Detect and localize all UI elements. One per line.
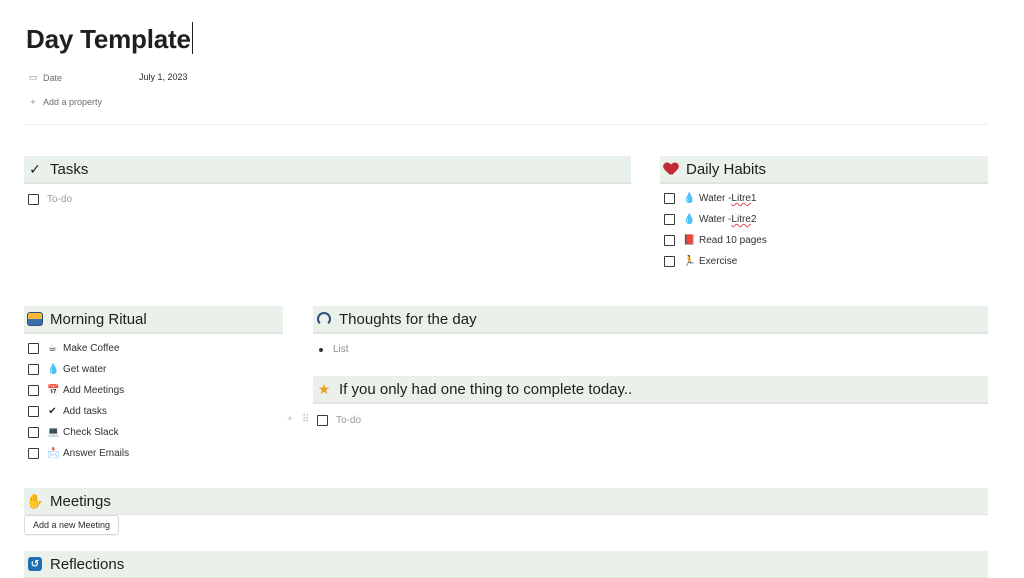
todo-checkbox[interactable] — [28, 194, 39, 205]
divider — [660, 183, 988, 184]
ritual-checkbox[interactable] — [28, 364, 39, 375]
checkmark-icon: ✔ — [48, 406, 57, 417]
ritual-item[interactable]: 📅 Add Meetings — [28, 380, 283, 401]
reflections-heading[interactable]: ↺ Reflections — [24, 551, 988, 578]
divider — [313, 333, 988, 334]
tasks-heading[interactable]: ✓ Tasks — [24, 156, 631, 183]
morning-ritual-section: Morning Ritual ☕ Make Coffee 💧 Get water… — [24, 306, 283, 464]
add-block-plus-icon[interactable]: + — [287, 414, 293, 425]
habit-checkbox[interactable] — [664, 256, 675, 267]
reflections-section: ↺ Reflections — [24, 551, 988, 578]
one-thing-heading[interactable]: ★ If you only had one thing to complete … — [313, 376, 988, 403]
habit-item[interactable]: 🏃 Exercise — [664, 251, 988, 272]
daily-habits-heading[interactable]: Daily Habits — [660, 156, 988, 183]
morning-ritual-heading[interactable]: Morning Ritual — [24, 306, 283, 333]
drag-handle-icon[interactable]: ⠿ — [302, 414, 309, 425]
thoughts-section: Thoughts for the day List — [313, 306, 988, 355]
check-mark-icon: ✓ — [29, 160, 41, 177]
star-icon: ★ — [317, 380, 331, 397]
date-property-value[interactable]: July 1, 2023 — [139, 72, 188, 82]
meetings-section: ✋ Meetings — [24, 488, 988, 515]
ritual-item[interactable]: 📩 Answer Emails — [28, 443, 283, 464]
plus-icon: + — [30, 97, 36, 107]
ritual-item[interactable]: 💻 Check Slack — [28, 422, 283, 443]
envelope-icon: 📩 — [47, 448, 60, 459]
todo-item[interactable]: To-do — [24, 189, 631, 210]
add-meeting-button[interactable]: Add a new Meeting — [24, 515, 120, 535]
divider — [313, 403, 988, 404]
tasks-section: ✓ Tasks To-do — [24, 156, 631, 210]
loop-arrow-icon: ↺ — [28, 557, 42, 571]
todo-item[interactable]: To-do — [317, 410, 361, 431]
ritual-item[interactable]: ☕ Make Coffee — [28, 338, 283, 359]
ritual-checkbox[interactable] — [28, 385, 39, 396]
ritual-item[interactable]: ✔ Add tasks — [28, 401, 283, 422]
meetings-heading[interactable]: ✋ Meetings — [24, 488, 988, 515]
ritual-item[interactable]: 💧 Get water — [28, 359, 283, 380]
ritual-checkbox[interactable] — [28, 406, 39, 417]
droplet-icon: 💧 — [683, 193, 696, 204]
habit-checkbox[interactable] — [664, 235, 675, 246]
habit-item[interactable]: 💧 Water - Litre 2 — [664, 209, 988, 230]
habit-item[interactable]: 📕 Read 10 pages — [664, 230, 988, 251]
todo-checkbox[interactable] — [317, 415, 328, 426]
droplet-icon: 💧 — [47, 364, 60, 375]
text-cursor — [191, 22, 194, 54]
calendar-icon: ▭ — [28, 72, 38, 82]
divider — [24, 183, 631, 184]
handshake-icon: ✋ — [26, 492, 44, 509]
habit-item[interactable]: 💧 Water - Litre 1 — [664, 188, 988, 209]
divider — [24, 124, 988, 125]
habit-checkbox[interactable] — [664, 214, 675, 225]
droplet-icon: 💧 — [683, 214, 696, 225]
daily-habits-section: Daily Habits 💧 Water - Litre 1 💧 Water -… — [660, 156, 988, 272]
date-property-label[interactable]: ▭ Date — [28, 72, 62, 83]
headphones-icon — [317, 312, 331, 326]
calendar-icon: 📅 — [47, 385, 60, 396]
habit-checkbox[interactable] — [664, 193, 675, 204]
ritual-checkbox[interactable] — [28, 343, 39, 354]
book-icon: 📕 — [683, 235, 696, 246]
divider — [24, 333, 283, 334]
heart-icon — [664, 163, 678, 176]
add-property-button[interactable]: + Add a property — [28, 97, 102, 107]
thoughts-heading[interactable]: Thoughts for the day — [313, 306, 988, 333]
laptop-icon: 💻 — [47, 427, 60, 438]
ritual-checkbox[interactable] — [28, 448, 39, 459]
runner-icon: 🏃 — [683, 256, 696, 267]
page-title[interactable]: Day Template — [26, 22, 194, 55]
bullet-item[interactable]: List — [319, 344, 988, 355]
sunrise-icon — [27, 312, 43, 326]
coffee-icon: ☕ — [48, 343, 57, 354]
one-thing-section: ★ If you only had one thing to complete … — [313, 376, 988, 404]
ritual-checkbox[interactable] — [28, 427, 39, 438]
bullet-dot — [319, 347, 323, 352]
